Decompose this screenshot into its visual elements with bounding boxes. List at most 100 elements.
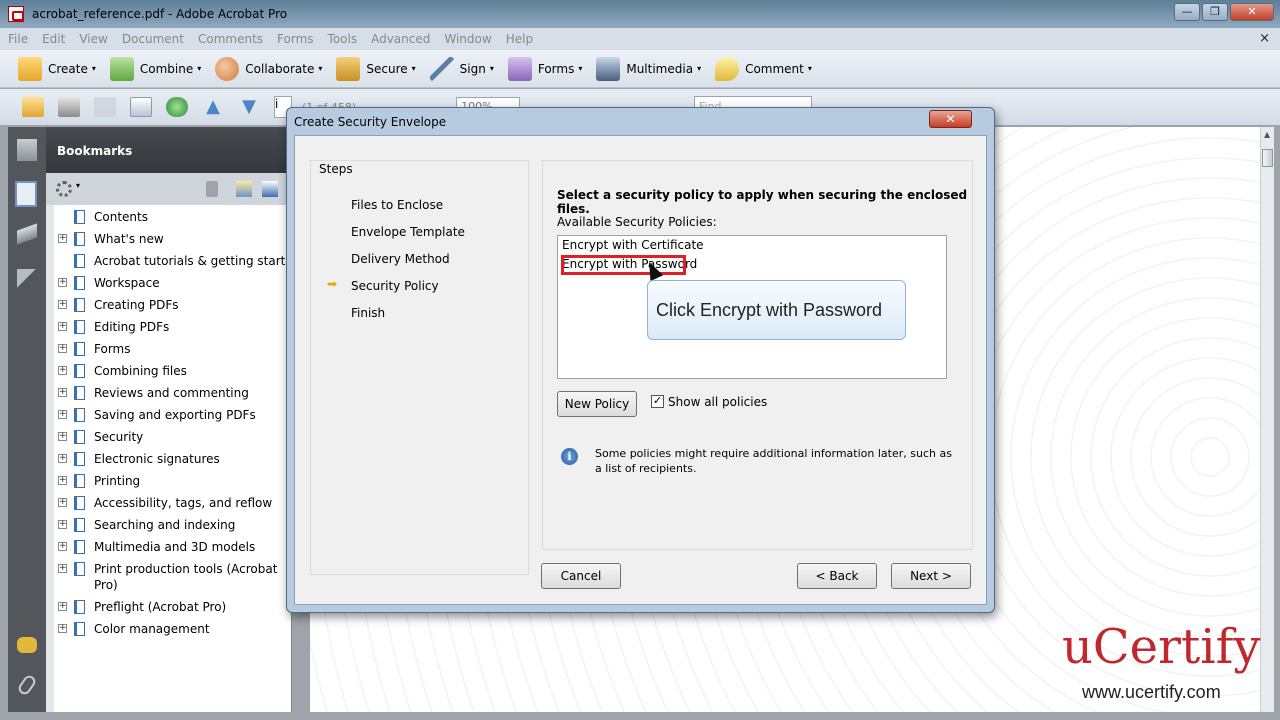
window-title: acrobat_reference.pdf - Adobe Acrobat Pr… (32, 7, 288, 21)
bookmark-item[interactable]: + Forms (54, 339, 291, 361)
expand-plus-icon[interactable]: + (58, 410, 67, 419)
policy-list[interactable]: Encrypt with Certificate Encrypt with Pa… (557, 235, 947, 379)
step-security-policy: Security Policy (351, 279, 439, 293)
ucertify-url: www.ucertify.com (1082, 682, 1221, 702)
menu-window[interactable]: Window (444, 32, 491, 46)
bookmark-item[interactable]: + Printing (54, 471, 291, 493)
show-all-policies-checkbox[interactable]: ✓ (651, 395, 664, 408)
menu-file[interactable]: File (8, 32, 28, 46)
step-envelope-template: Envelope Template (351, 225, 465, 239)
bookmark-page-icon (74, 622, 85, 636)
menu-view[interactable]: View (79, 32, 107, 46)
delete-bookmark-icon[interactable] (206, 181, 218, 197)
globe-icon[interactable] (166, 97, 188, 117)
bookmark-item[interactable]: + Color management (54, 619, 291, 641)
bookmark-item[interactable]: + Editing PDFs (54, 317, 291, 339)
maximize-button[interactable]: ❐ (1202, 3, 1228, 21)
bookmark-label: Saving and exporting PDFs (94, 408, 256, 422)
menu-tools[interactable]: Tools (328, 32, 358, 46)
expand-plus-icon[interactable]: + (58, 624, 67, 633)
chevron-down-icon[interactable]: ▾ (76, 181, 80, 190)
dialog-close-button[interactable]: ✕ (929, 110, 972, 128)
back-button[interactable]: < Back (797, 563, 877, 589)
new-policy-button[interactable]: New Policy (557, 391, 637, 417)
menu-document[interactable]: Document (122, 32, 184, 46)
menu-forms[interactable]: Forms (277, 32, 313, 46)
comments-icon[interactable] (17, 637, 37, 653)
policy-item-certificate[interactable]: Encrypt with Certificate (562, 238, 704, 252)
expand-plus-icon[interactable]: + (58, 520, 67, 529)
minimize-button[interactable]: — (1174, 3, 1200, 21)
bookmark-item[interactable]: + What's new (54, 229, 291, 251)
vertical-scrollbar[interactable]: ▲ (1260, 127, 1274, 712)
email-icon[interactable] (130, 97, 152, 117)
forms-button[interactable]: Forms ▾ (507, 56, 582, 81)
multimedia-button[interactable]: Multimedia ▾ (596, 56, 701, 81)
create-button[interactable]: Create ▾ (18, 56, 96, 81)
bookmark-item[interactable]: + Saving and exporting PDFs (54, 405, 291, 427)
signatures-icon[interactable] (17, 269, 37, 291)
bookmark-item[interactable]: + Creating PDFs (54, 295, 291, 317)
expand-plus-icon[interactable]: + (58, 344, 67, 353)
combine-icon (109, 56, 134, 81)
menu-comments[interactable]: Comments (198, 32, 263, 46)
pages-icon[interactable] (17, 139, 37, 161)
previous-page-icon[interactable]: ▲ (202, 97, 224, 117)
bookmark-item[interactable]: + Combining files (54, 361, 291, 383)
expand-plus-icon[interactable]: + (58, 542, 67, 551)
menu-help[interactable]: Help (506, 32, 533, 46)
expand-plus-icon[interactable]: + (58, 454, 67, 463)
collaborate-button[interactable]: Collaborate ▾ (215, 56, 322, 81)
menu-advanced[interactable]: Advanced (371, 32, 430, 46)
cancel-button[interactable]: Cancel (541, 563, 621, 589)
expand-plus-icon[interactable]: + (58, 476, 67, 485)
attachments-icon[interactable] (16, 673, 38, 697)
new-bookmark-icon[interactable] (236, 181, 252, 197)
bookmark-item[interactable]: + Preflight (Acrobat Pro) (54, 597, 291, 619)
open-folder-icon[interactable] (22, 97, 44, 117)
expand-plus-icon[interactable]: + (58, 498, 67, 507)
combine-button[interactable]: Combine ▾ (109, 56, 201, 81)
navigation-rail (8, 127, 46, 712)
bookmark-page-icon (74, 600, 85, 614)
save-icon[interactable] (94, 97, 116, 117)
bookmarks-panel: Bookmarks ▾ Contents + What's new Acrobat t… (46, 127, 292, 712)
next-button[interactable]: Next > (891, 563, 971, 589)
bookmark-item[interactable]: + Security (54, 427, 291, 449)
bookmark-item[interactable]: + Electronic signatures (54, 449, 291, 471)
bookmark-item[interactable]: Contents (54, 207, 291, 229)
expand-plus-icon[interactable]: + (58, 432, 67, 441)
print-icon[interactable] (58, 97, 80, 117)
expand-plus-icon[interactable]: + (58, 278, 67, 287)
bookmark-item[interactable]: + Searching and indexing (54, 515, 291, 537)
options-gear-icon[interactable] (56, 181, 72, 197)
bookmark-item[interactable]: + Workspace (54, 273, 291, 295)
bookmark-item[interactable]: + Accessibility, tags, and reflow (54, 493, 291, 515)
bookmark-item[interactable]: + Multimedia and 3D models (54, 537, 291, 559)
bookmarks-icon[interactable] (15, 181, 37, 207)
close-document-icon[interactable]: × (1259, 31, 1270, 46)
bookmark-item[interactable]: + Reviews and commenting (54, 383, 291, 405)
close-window-button[interactable]: ✕ (1230, 3, 1274, 21)
expand-plus-icon[interactable]: + (58, 234, 67, 243)
expand-plus-icon[interactable]: + (58, 322, 67, 331)
expand-bookmark-icon[interactable] (262, 181, 278, 197)
bookmark-item[interactable]: Acrobat tutorials & getting started (54, 251, 291, 273)
scroll-thumb[interactable] (1262, 149, 1273, 167)
bookmark-label: Creating PDFs (94, 298, 179, 312)
comment-button[interactable]: Comment ▾ (715, 56, 812, 81)
bookmark-label: Color management (94, 622, 210, 636)
secure-button[interactable]: Secure ▾ (336, 56, 416, 81)
layers-icon[interactable] (17, 223, 37, 245)
sign-button[interactable]: Sign ▾ (429, 56, 494, 81)
expand-plus-icon[interactable]: + (58, 366, 67, 375)
menu-edit[interactable]: Edit (42, 32, 65, 46)
expand-plus-icon[interactable]: + (58, 300, 67, 309)
expand-plus-icon[interactable]: + (58, 388, 67, 397)
expand-plus-icon[interactable]: + (58, 564, 67, 573)
bookmark-item[interactable]: + Print production tools (Acrobat Pro) (54, 559, 290, 597)
expand-plus-icon[interactable]: + (58, 602, 67, 611)
scroll-up-icon[interactable]: ▲ (1264, 130, 1270, 139)
dialog-body: Steps Files to Enclose Envelope Template… (294, 135, 987, 605)
next-page-icon[interactable]: ▼ (238, 97, 260, 117)
